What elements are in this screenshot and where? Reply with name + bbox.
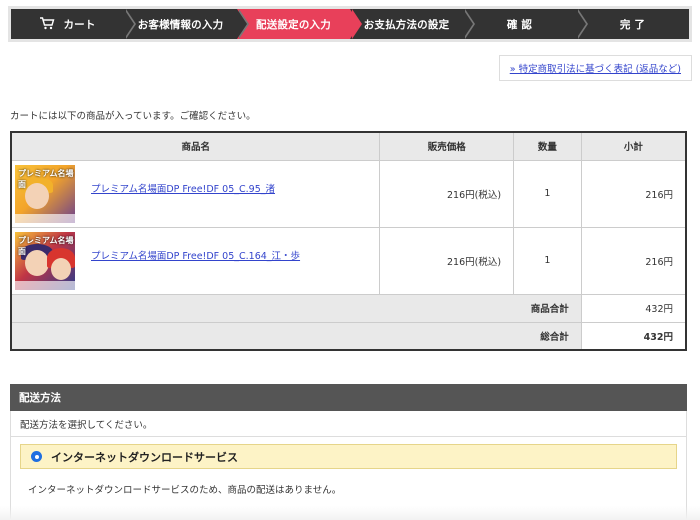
- product-subtotal: 216円: [580, 159, 687, 228]
- header-price: 販売価格: [379, 131, 515, 161]
- header-product-name: 商品名: [10, 131, 381, 161]
- cart-icon: [39, 16, 55, 33]
- product-total-value: 432円: [580, 293, 687, 323]
- step-label: お客様情報の入力: [137, 18, 224, 31]
- product-quantity: 1: [513, 159, 582, 228]
- product-cell: プレミアム名場面 プレミアム名場面DP Free!DF 05_C.164_江・歩: [10, 226, 381, 295]
- delivery-option-note: インターネットダウンロードサービスのため、商品の配送はありません。: [28, 485, 342, 496]
- law-notice-box: » 特定商取引法に基づく表記 (返品など): [498, 55, 692, 81]
- step-customer-info: お客様情報の入力: [124, 9, 249, 39]
- cart-table: 商品名 販売価格 数量 小計 プレミアム名場面 プレミアム名場面DP Free!…: [10, 131, 687, 351]
- table-header-row: 商品名 販売価格 数量 小計: [10, 131, 687, 161]
- product-link[interactable]: プレミアム名場面DP Free!DF 05_C.95_渚: [91, 181, 275, 195]
- delivery-instruction: 配送方法を選択してください。: [10, 411, 687, 437]
- product-link[interactable]: プレミアム名場面DP Free!DF 05_C.164_江・歩: [91, 248, 300, 262]
- product-cell: プレミアム名場面 プレミアム名場面DP Free!DF 05_C.95_渚: [10, 159, 381, 228]
- grand-total-row: 総合計 432円: [10, 321, 687, 351]
- step-label: 完 了: [619, 18, 646, 31]
- radio-selected-icon[interactable]: [31, 451, 42, 462]
- grand-total-label: 総合計: [10, 321, 582, 351]
- delivery-option-download[interactable]: インターネットダウンロードサービス: [20, 444, 677, 469]
- thumbnail-title: プレミアム名場面: [18, 235, 74, 256]
- product-quantity: 1: [513, 226, 582, 295]
- delivery-heading: 配送方法: [10, 384, 687, 411]
- table-row: プレミアム名場面 プレミアム名場面DP Free!DF 05_C.95_渚 21…: [10, 159, 687, 228]
- step-delivery-settings: 配送設定の入力: [237, 9, 362, 39]
- step-label: お支払方法の設定: [363, 18, 450, 31]
- product-total-row: 商品合計 432円: [10, 293, 687, 323]
- step-label: 配送設定の入力: [256, 18, 331, 31]
- product-price: 216円(税込): [379, 226, 515, 295]
- header-subtotal: 小計: [580, 131, 687, 161]
- step-label: 確 認: [506, 18, 533, 31]
- product-subtotal: 216円: [580, 226, 687, 295]
- delivery-section: 配送方法 配送方法を選択してください。 インターネットダウンロードサービス イン…: [10, 384, 687, 520]
- step-complete: 完 了: [576, 9, 689, 39]
- grand-total-value: 432円: [580, 321, 687, 351]
- product-total-label: 商品合計: [10, 293, 582, 323]
- cart-intro-text: カートには以下の商品が入っています。ご確認ください。: [10, 111, 256, 122]
- step-confirm: 確 認: [463, 9, 588, 39]
- step-label: カート: [63, 18, 96, 31]
- law-notice-link[interactable]: » 特定商取引法に基づく表記 (返品など): [510, 61, 681, 75]
- checkout-steps-frame: カート お客様情報の入力 配送設定の入力 お支払方法の設定 確 認 完 了: [8, 6, 692, 42]
- bottom-fade: [0, 506, 700, 520]
- step-payment: お支払方法の設定: [350, 9, 475, 39]
- product-price: 216円(税込): [379, 159, 515, 228]
- step-cart: カート: [11, 9, 136, 39]
- delivery-option-label: インターネットダウンロードサービス: [51, 450, 238, 464]
- header-quantity: 数量: [513, 131, 582, 161]
- product-thumbnail[interactable]: プレミアム名場面: [15, 164, 75, 223]
- checkout-steps: カート お客様情報の入力 配送設定の入力 お支払方法の設定 確 認 完 了: [11, 9, 689, 39]
- thumbnail-title: プレミアム名場面: [18, 168, 74, 189]
- table-row: プレミアム名場面 プレミアム名場面DP Free!DF 05_C.164_江・歩…: [10, 226, 687, 295]
- product-thumbnail[interactable]: プレミアム名場面: [15, 231, 75, 290]
